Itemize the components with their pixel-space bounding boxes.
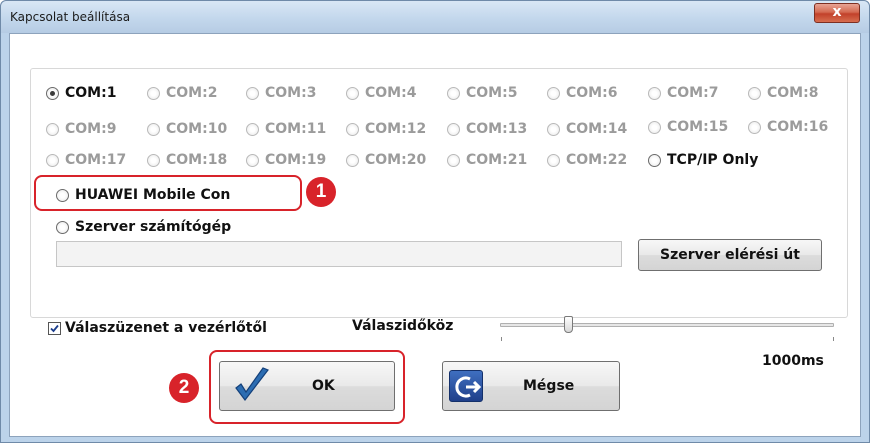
radio-label: COM:18 (166, 152, 228, 168)
annotation-highlight-1 (34, 175, 302, 211)
radio-com16[interactable]: COM:16 (748, 119, 828, 135)
radio-com22[interactable]: COM:22 (547, 152, 627, 168)
response-interval-value: 1000ms (762, 353, 824, 369)
response-interval-label: Válaszidőköz (352, 318, 454, 334)
annotation-marker-1: 1 (306, 177, 336, 207)
server-path-input[interactable] (56, 241, 622, 267)
radio-label: COM:8 (767, 85, 819, 101)
radio-label: COM:1 (65, 85, 117, 101)
radio-dot (447, 153, 460, 167)
radio-com3[interactable]: COM:3 (246, 85, 316, 101)
server-path-button[interactable]: Szerver elérési út (638, 239, 822, 271)
radio-dot (547, 153, 560, 167)
title-bar[interactable]: Kapcsolat beállítása x (1, 1, 869, 33)
radio-server-computer[interactable]: Szerver számítógép (56, 219, 231, 235)
radio-label: COM:4 (365, 85, 417, 101)
radio-dot (547, 122, 560, 136)
radio-label: COM:15 (667, 119, 729, 135)
annotation-marker-2: 2 (169, 373, 199, 403)
slider-tick-max (833, 337, 834, 341)
radio-label: COM:9 (65, 121, 117, 137)
radio-com11[interactable]: COM:11 (246, 121, 326, 137)
checkbox-label: Válaszüzenet a vezérlőtől (65, 320, 267, 336)
radio-label: COM:17 (65, 152, 127, 168)
radio-com7[interactable]: COM:7 (648, 85, 718, 101)
radio-com15[interactable]: COM:15 (648, 119, 728, 135)
radio-label: COM:19 (265, 152, 327, 168)
radio-label: COM:3 (265, 85, 317, 101)
radio-dot (346, 153, 359, 167)
radio-com4[interactable]: COM:4 (346, 85, 416, 101)
radio-label: COM:22 (566, 152, 628, 168)
radio-dot (147, 153, 160, 167)
radio-dot (547, 86, 560, 100)
annotation-highlight-2 (209, 350, 405, 424)
radio-com14[interactable]: COM:14 (547, 121, 627, 137)
slider-thumb[interactable] (564, 316, 573, 333)
radio-dot (648, 86, 661, 100)
radio-label: COM:7 (667, 85, 719, 101)
radio-dot (447, 122, 460, 136)
response-message-checkbox[interactable]: Válaszüzenet a vezérlőtől (48, 320, 267, 336)
radio-com21[interactable]: COM:21 (447, 152, 527, 168)
radio-dot (346, 122, 359, 136)
close-icon: x (832, 4, 842, 20)
radio-dot (147, 122, 160, 136)
radio-dot (648, 153, 661, 167)
radio-label: COM:21 (466, 152, 528, 168)
radio-com1[interactable]: COM:1 (46, 85, 116, 101)
radio-label: COM:6 (566, 85, 618, 101)
button-label: Szerver elérési út (660, 247, 800, 263)
radio-label: COM:12 (365, 121, 427, 137)
exit-arrow-icon (449, 370, 483, 402)
radio-dot (56, 220, 69, 234)
radio-com8[interactable]: COM:8 (748, 85, 818, 101)
radio-com17[interactable]: COM:17 (46, 152, 126, 168)
dialog-body: COM:1 COM:2 COM:3 COM:4 COM:5 COM:6 COM:… (9, 33, 861, 437)
radio-label: COM:16 (767, 119, 829, 135)
radio-label: COM:20 (365, 152, 427, 168)
window-title: Kapcsolat beállítása (10, 10, 131, 24)
cancel-button[interactable]: Mégse (442, 361, 620, 411)
radio-com5[interactable]: COM:5 (447, 85, 517, 101)
radio-dot (246, 122, 259, 136)
radio-dot (648, 120, 661, 134)
radio-com19[interactable]: COM:19 (246, 152, 326, 168)
close-button[interactable]: x (814, 3, 860, 23)
radio-dot (246, 86, 259, 100)
radio-label: COM:2 (166, 85, 218, 101)
radio-com20[interactable]: COM:20 (346, 152, 426, 168)
radio-tcpip-only[interactable]: TCP/IP Only (648, 152, 758, 168)
radio-label: TCP/IP Only (667, 152, 759, 168)
radio-dot (748, 86, 761, 100)
check-icon (50, 324, 59, 332)
radio-com13[interactable]: COM:13 (447, 121, 527, 137)
radio-label: COM:10 (166, 121, 228, 137)
cancel-label: Mégse (523, 378, 575, 394)
radio-com2[interactable]: COM:2 (147, 85, 217, 101)
radio-dot (748, 120, 761, 134)
radio-com9[interactable]: COM:9 (46, 121, 116, 137)
radio-com12[interactable]: COM:12 (346, 121, 426, 137)
radio-dot (147, 86, 160, 100)
radio-dot (46, 122, 59, 136)
radio-dot (447, 86, 460, 100)
radio-label: COM:14 (566, 121, 628, 137)
radio-label: COM:11 (265, 121, 327, 137)
radio-label: Szerver számítógép (75, 219, 232, 235)
connection-settings-window: Kapcsolat beállítása x COM:1 COM:2 COM:3… (0, 0, 870, 443)
radio-dot (46, 86, 59, 100)
radio-label: COM:13 (466, 121, 528, 137)
radio-com18[interactable]: COM:18 (147, 152, 227, 168)
radio-label: COM:5 (466, 85, 518, 101)
response-interval-slider[interactable] (500, 323, 834, 327)
radio-com10[interactable]: COM:10 (147, 121, 227, 137)
radio-com6[interactable]: COM:6 (547, 85, 617, 101)
slider-tick-min (501, 337, 502, 341)
checkbox-box (48, 321, 61, 335)
radio-dot (246, 153, 259, 167)
radio-dot (346, 86, 359, 100)
radio-dot (46, 153, 59, 167)
